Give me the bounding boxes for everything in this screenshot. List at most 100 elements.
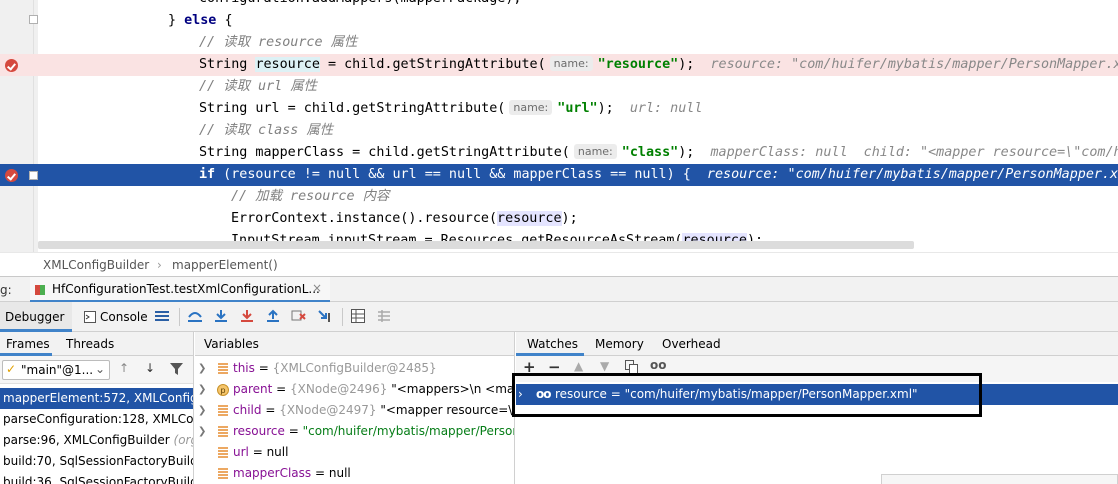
code-line[interactable]: // 读取 resource 属性 [0, 32, 1118, 54]
annotation-highlight-box [512, 373, 982, 417]
tab-frames[interactable]: Frames [0, 332, 52, 356]
tab-debugger[interactable]: Debugger [0, 302, 72, 332]
field-icon [218, 447, 228, 458]
code-line[interactable]: String mapperClass = child.getStringAttr… [0, 142, 1118, 164]
frame-item[interactable]: parseConfiguration:128, XMLConfigBuilder [0, 409, 193, 430]
variable-highlight: resource [255, 57, 320, 72]
code-line-breakpoint[interactable]: String resource = child.getStringAttribu… [0, 54, 1118, 76]
code-line-execution-point[interactable]: if (resource != null && url == null && m… [0, 164, 1118, 186]
fold-toggle-icon[interactable] [29, 171, 38, 180]
expand-icon[interactable]: ❯ [198, 400, 206, 421]
horizontal-scrollbar[interactable] [38, 241, 914, 249]
variable-row[interactable]: mapperClass = null [195, 463, 514, 484]
step-out-icon[interactable] [264, 307, 282, 325]
frame-item[interactable]: parse:96, XMLConfigBuilder (org.apache.i… [0, 430, 193, 451]
expand-icon[interactable]: ❯ [198, 421, 206, 442]
tab-console-label: Console [100, 310, 148, 324]
show-execution-point-icon[interactable] [186, 307, 204, 325]
frame-item[interactable]: mapperElement:572, XMLConfigBuilder [0, 388, 193, 409]
thread-selector[interactable]: ✓ "main"@1... ⌄ [2, 360, 110, 380]
breakpoint-icon[interactable] [5, 169, 18, 182]
code-line[interactable]: ErrorContext.instance().resource(resourc… [0, 208, 1118, 230]
variable-text: resource = "com/huifer/mybatis/mapper/Pe… [233, 421, 515, 442]
variable-row[interactable]: ❯ p parent = {XNode@2496} "<mappers>\n <… [195, 379, 515, 400]
tab-overhead-label: Overhead [662, 337, 721, 351]
step-into-icon[interactable] [238, 307, 256, 325]
variable-text: child = {XNode@2497} "<mapper resource=\… [233, 400, 514, 421]
copy-icon[interactable] [625, 360, 638, 374]
variable-name: this [233, 361, 255, 375]
expand-icon[interactable]: ❯ [198, 379, 206, 400]
code-line[interactable]: // 读取 url 属性 [0, 76, 1118, 98]
junit-run-icon [35, 285, 45, 295]
frame-item-text: parse:96, XMLConfigBuilder [3, 433, 170, 447]
code-token: { [224, 13, 233, 28]
breakpoint-icon[interactable] [5, 59, 18, 72]
variable-highlight: resource [497, 211, 562, 226]
variable-equals: = [248, 445, 267, 459]
breadcrumb-class[interactable]: XMLConfigBuilder [43, 258, 149, 272]
code-token: = child.getStringAttribute( [319, 57, 546, 72]
drop-frame-icon[interactable] [290, 307, 308, 325]
run-to-cursor-icon[interactable] [316, 307, 334, 325]
code-text: String mapperClass = child.getStringAttr… [199, 142, 1118, 164]
parameter-hint: name: [549, 56, 593, 71]
tab-console[interactable]: Console [78, 302, 150, 332]
variable-row[interactable]: ❯ this = {XMLConfigBuilder@2485} [195, 358, 514, 379]
variable-row[interactable]: url = null [195, 442, 514, 463]
variable-name: mapperClass [233, 466, 312, 480]
variable-text: url = null [233, 442, 288, 463]
code-line[interactable]: } else { [0, 10, 1118, 32]
frame-item[interactable]: build:70, SqlSessionFactoryBuilder [0, 451, 193, 472]
move-up-icon[interactable]: ▲ [574, 359, 583, 373]
menu-icon[interactable] [153, 307, 171, 325]
code-line[interactable]: String url = child.getStringAttribute(na… [0, 98, 1118, 120]
filter-icon[interactable] [170, 363, 183, 376]
close-icon[interactable]: × [312, 281, 322, 295]
tab-threads[interactable]: Threads [60, 332, 116, 356]
variables-title: Variables [204, 337, 259, 351]
arrow-up-icon[interactable]: ↑ [119, 361, 129, 375]
step-over-icon[interactable] [212, 307, 230, 325]
frame-item[interactable]: build:36, SqlSessionFactoryBuilder [0, 472, 193, 484]
variable-equals: = [272, 382, 291, 396]
evaluate-icon[interactable] [349, 307, 367, 325]
debug-session-tab[interactable]: HfConfigurationTest.testXmlConfiguration… [30, 277, 330, 303]
comment: // 读取 class 属性 [199, 123, 334, 138]
inline-value-hint: url: null [629, 101, 703, 116]
variable-ref: {XNode@2497} [279, 403, 377, 417]
tab-watches[interactable]: Watches [516, 332, 584, 356]
expand-icon[interactable]: ❯ [198, 358, 206, 379]
variable-value: "com/huifer/mybatis/mapper/PersonMapper.… [302, 424, 515, 438]
tab-watches-label: Watches [527, 337, 578, 351]
code-token: ErrorContext.instance().resource( [231, 211, 498, 226]
breadcrumb-method[interactable]: mapperElement() [172, 258, 278, 272]
variable-row[interactable]: ❯ resource = "com/huifer/mybatis/mapper/… [195, 421, 515, 442]
trace-icon[interactable] [375, 307, 393, 325]
variable-ref: {XMLConfigBuilder@2485} [272, 361, 437, 375]
variable-name: child [233, 403, 262, 417]
tab-memory-label: Memory [595, 337, 644, 351]
variable-row[interactable]: ❯ child = {XNode@2497} "<mapper resource… [195, 400, 514, 421]
arrow-down-icon[interactable]: ↓ [145, 361, 155, 375]
code-token: String mapperClass = child.getStringAttr… [199, 145, 570, 160]
toolbar-separator [342, 308, 343, 326]
code-text: configuration.addMappers(mapperPackage); [199, 0, 521, 10]
code-editor[interactable]: configuration.addMappers(mapperPackage);… [0, 0, 1118, 252]
comment: // 读取 resource 属性 [199, 35, 358, 50]
variable-text: this = {XMLConfigBuilder@2485} [233, 358, 437, 379]
tab-overhead[interactable]: Overhead [656, 332, 721, 356]
breadcrumb-separator: › [157, 258, 162, 272]
watch-glasses-icon[interactable]: oo [650, 358, 667, 372]
fold-toggle-icon[interactable] [29, 15, 38, 24]
code-text: } else { [168, 10, 233, 32]
code-text: if (resource != null && url == null && m… [199, 164, 1118, 186]
code-line[interactable]: configuration.addMappers(mapperPackage); [0, 0, 1118, 10]
tab-memory[interactable]: Memory [590, 332, 650, 356]
variable-value: "<mappers>\n <mapper resource=\"com/huif… [391, 382, 515, 396]
code-line[interactable]: // 加载 resource 内容 [0, 186, 1118, 208]
code-line[interactable]: // 读取 class 属性 [0, 120, 1118, 142]
move-down-icon[interactable]: ▼ [600, 359, 609, 373]
string-literal: "resource" [597, 57, 679, 72]
variables-panel: Variables ❯ this = {XMLConfigBuilder@248… [195, 332, 515, 484]
